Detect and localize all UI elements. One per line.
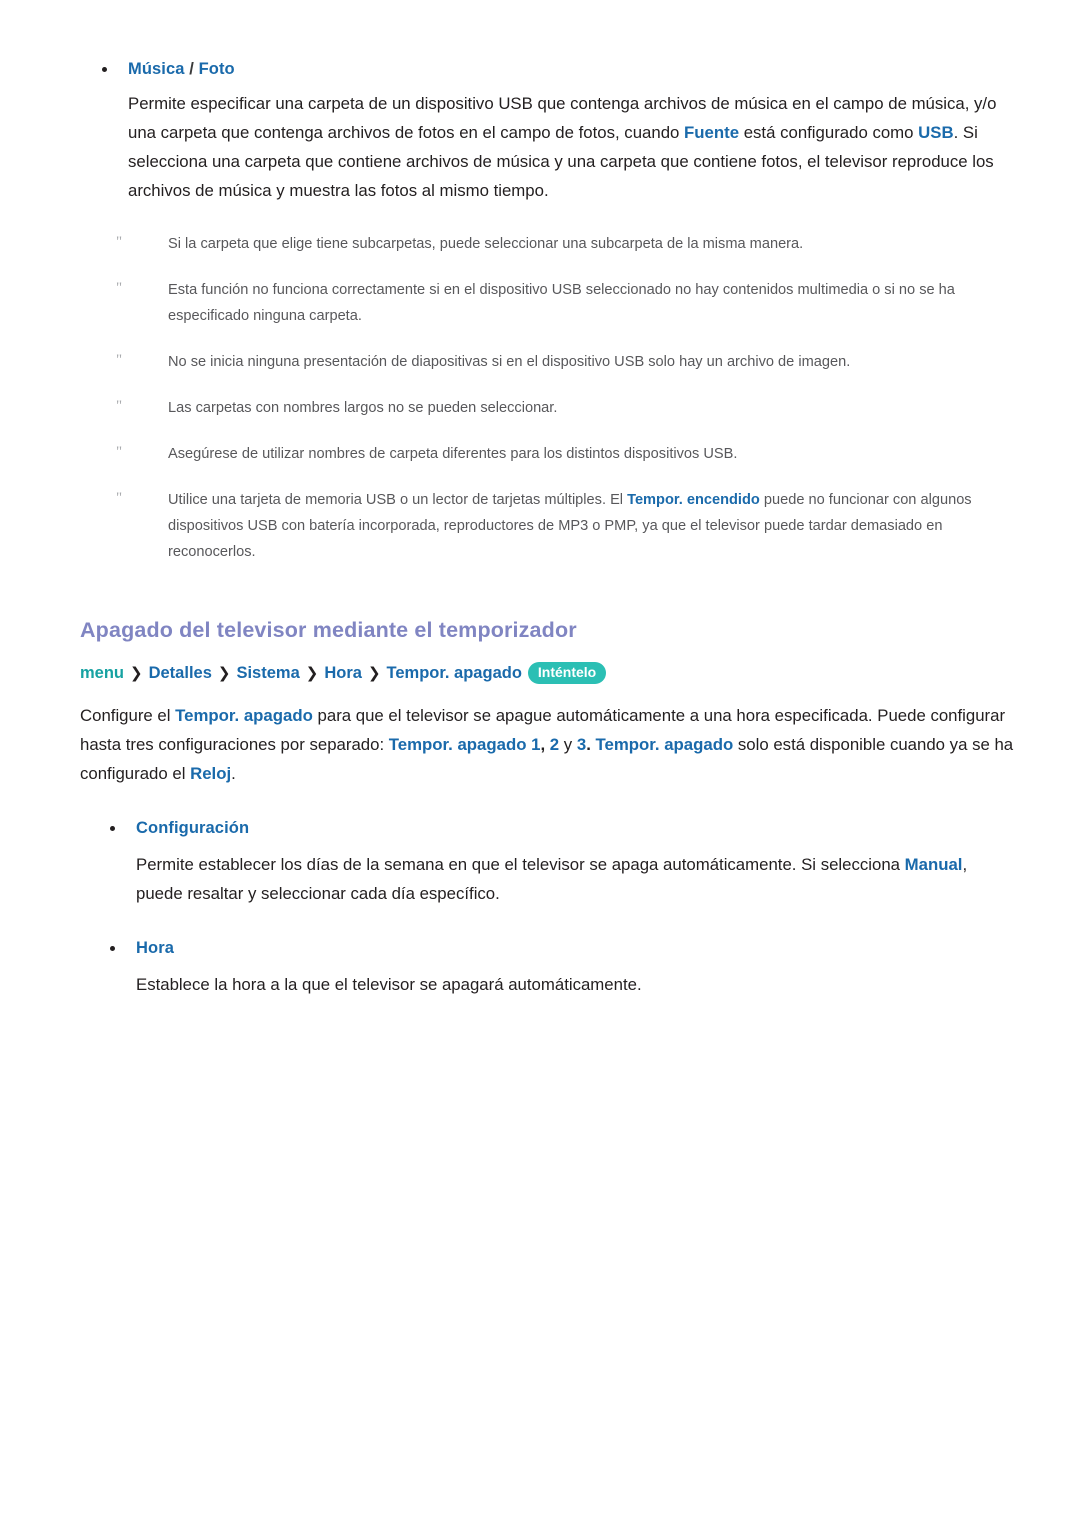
text-segment: ,: [540, 734, 550, 754]
label-foto: Foto: [198, 60, 235, 78]
text-segment: Establece la hora a la que el televisor …: [136, 975, 642, 995]
sub-block-hora: Hora Establece la hora a la que el telev…: [80, 937, 1018, 1000]
accent-tempor-apagado-3: 3: [576, 734, 587, 754]
text-segment: No se inicia ninguna presentación de dia…: [168, 353, 851, 370]
note-item: " Las carpetas con nombres largos no se p…: [72, 396, 1018, 422]
breadcrumb-item-menu[interactable]: menu: [80, 664, 124, 682]
text-segment: está configurado como: [739, 123, 919, 143]
text-segment: y: [559, 734, 577, 754]
text-segment: Permite establecer los días de la semana…: [136, 854, 905, 874]
text-segment: Las carpetas con nombres largos no se pu…: [168, 399, 558, 416]
section-body: Configure el Tempor. apagado para que el…: [80, 702, 1018, 1000]
accent-tempor-apagado-2: 2: [549, 734, 560, 754]
text-segment: Asegúrese de utilizar nombres de carpeta…: [168, 445, 738, 462]
accent-manual: Manual: [904, 854, 963, 874]
text-segment: Utilice una tarjeta de memoria USB o un …: [168, 491, 628, 508]
ditto-marker-icon: ": [116, 443, 123, 460]
text-segment: .: [586, 734, 596, 754]
paragraph-tempor-apagado: Configure el Tempor. apagado para que el…: [80, 702, 1018, 789]
accent-tempor-apagado-1: Tempor. apagado 1: [388, 734, 541, 754]
breadcrumb-item-detalles[interactable]: Detalles: [149, 664, 212, 682]
ditto-marker-icon: ": [116, 351, 123, 368]
bullet-title-configuracion: Configuración: [136, 818, 250, 837]
bullet-dot-icon: [102, 67, 107, 72]
accent-reloj: Reloj: [190, 763, 232, 783]
bullet-item-configuracion: Configuración: [80, 817, 1018, 839]
ditto-marker-icon: ": [116, 397, 123, 414]
accent-tempor-apagado-2nd: Tempor. apagado: [595, 734, 734, 754]
chevron-right-icon: ❯: [217, 664, 231, 682]
chevron-right-icon: ❯: [130, 664, 143, 682]
note-list: " Si la carpeta que elige tiene subcarpet…: [72, 232, 1018, 566]
document-page: Música / Foto Permite especificar una ca…: [0, 0, 1080, 1527]
accent-usb: USB: [918, 123, 954, 143]
paragraph-configuracion: Permite establecer los días de la semana…: [136, 851, 1018, 909]
chevron-right-icon: ❯: [305, 664, 319, 682]
bullet-title-musica-foto: Música / Foto: [128, 58, 1018, 80]
bullet-item-musica-foto: Música / Foto: [72, 58, 1018, 80]
note-item: " Si la carpeta que elige tiene subcarpet…: [72, 232, 1018, 258]
section-heading: Apagado del televisor mediante el tempor…: [80, 617, 577, 642]
breadcrumb-item-tempor-apagado[interactable]: Tempor. apagado: [387, 664, 522, 682]
bullet-item-hora: Hora: [80, 937, 1018, 959]
breadcrumb[interactable]: menu ❯ Detalles ❯ Sistema ❯ Hora ❯ Tempor. apaga…: [80, 661, 1018, 685]
try-it-button[interactable]: Inténtelo: [527, 661, 607, 685]
bullet-title-hora: Hora: [136, 938, 174, 957]
text-segment: Esta función no funciona correctamente s…: [168, 281, 955, 324]
chevron-right-icon: ❯: [367, 664, 381, 682]
text-segment: .: [231, 763, 236, 783]
text-segment: Si la carpeta que elige tiene subcarpeta…: [168, 235, 804, 252]
paragraph-musica-foto: Permite especificar una carpeta de un di…: [128, 90, 1018, 206]
ditto-marker-icon: ": [116, 279, 123, 296]
bullet-dot-icon: [110, 945, 115, 951]
accent-tempor-encendido: Tempor. encendido: [627, 491, 760, 508]
ditto-marker-icon: ": [116, 489, 123, 506]
note-item: " Utilice una tarjeta de memoria USB o un…: [72, 488, 1018, 566]
breadcrumb-item-hora[interactable]: Hora: [324, 664, 362, 682]
label-musica: Música: [128, 60, 185, 78]
accent-tempor-apagado: Tempor. apagado: [175, 706, 313, 726]
bullet-dot-icon: [110, 825, 115, 831]
ditto-marker-icon: ": [116, 233, 123, 250]
label-separator: /: [184, 60, 199, 78]
accent-fuente: Fuente: [684, 123, 740, 143]
text-segment: Configure el: [80, 706, 176, 726]
note-item: " No se inicia ninguna presentación de di…: [72, 350, 1018, 376]
sub-block-configuracion: Configuración Permite establecer los día…: [80, 817, 1018, 909]
note-item: " Esta función no funciona correctamente …: [72, 278, 1018, 330]
note-item: " Asegúrese de utilizar nombres de carpet…: [72, 442, 1018, 468]
paragraph-hora: Establece la hora a la que el televisor …: [136, 971, 1018, 1000]
breadcrumb-item-sistema[interactable]: Sistema: [236, 664, 299, 682]
